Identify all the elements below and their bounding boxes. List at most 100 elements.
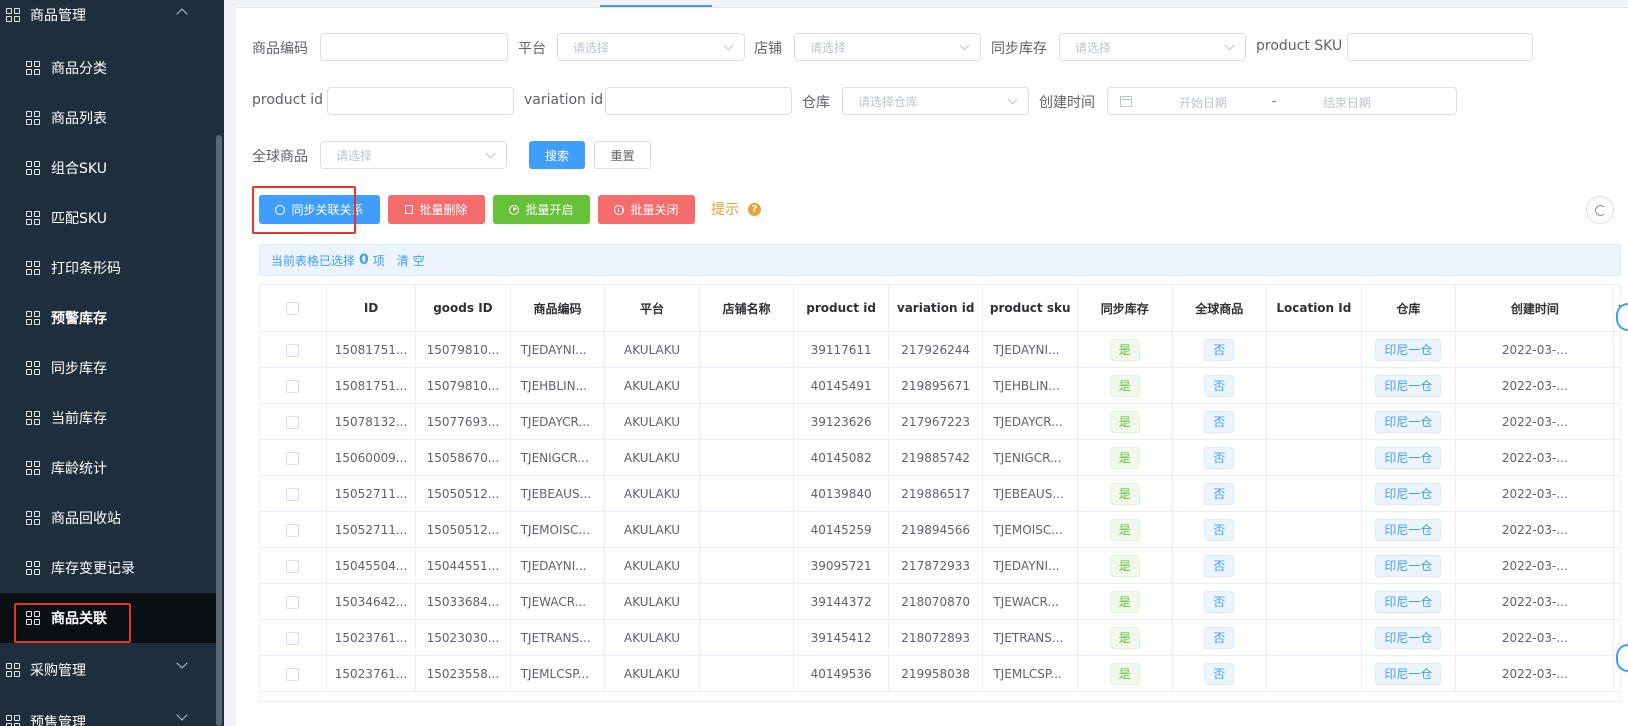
goods-code-input[interactable] [320,33,508,61]
row-checkbox[interactable] [286,595,300,609]
cell-goods-id: 15044551... [415,547,511,584]
select-all-checkbox[interactable] [286,302,300,315]
sidebar-item[interactable]: 库龄统计 [0,443,216,493]
row-checkbox[interactable] [286,451,300,465]
sidebar-item[interactable]: 组合SKU [0,143,216,193]
global-goods-label: 全球商品 [252,149,308,165]
cell-sku: TJEMLCSP... [982,655,1078,692]
cell-actions: 关闭删除 [1613,439,1621,476]
product-sku-label: product SKU [1256,38,1343,54]
sidebar-item-label: 商品回收站 [51,511,121,527]
row-checkbox[interactable] [286,487,300,501]
cell-id: 15045504... [325,547,417,584]
cell-shop [698,547,795,584]
cell-sync: 是 [1076,511,1173,548]
warehouse-select[interactable]: 请选择仓库 [842,87,1029,115]
cell-id: 15081751... [325,331,417,368]
sidebar-item-label: 当前库存 [51,411,107,427]
global-goods-tag: 否 [1204,410,1235,433]
cell-code: TJEMLCSP... [509,655,606,692]
shop-label: 店铺 [754,41,782,57]
variation-id-input[interactable] [605,87,792,115]
row-checkbox[interactable] [286,343,300,357]
cell-location [1266,475,1362,512]
cell-shop [698,439,795,476]
sidebar-item[interactable]: 库存变更记录 [0,543,216,593]
batch-close-button[interactable]: 批量关闭 [598,195,695,224]
sync-stock-select[interactable]: 请选择 [1059,33,1246,61]
menu-group-presale[interactable]: 预售管理 [0,697,216,726]
hint-tooltip-trigger[interactable]: 提示 ? [711,199,761,219]
cell-goods-id: 15023030... [415,619,511,656]
trash-icon [405,205,414,214]
batch-delete-button[interactable]: 批量删除 [388,195,485,224]
warehouse-tag: 印尼一仓 [1375,482,1442,505]
refresh-button[interactable] [1586,196,1614,224]
sidebar-item-label: 匹配SKU [51,211,107,227]
created-time-range[interactable]: 开始日期 - 结束日期 [1107,87,1457,115]
sidebar-item[interactable]: 商品分类 [0,43,216,93]
reset-button[interactable]: 重置 [594,141,651,169]
shop-select[interactable]: 请选择 [794,33,981,61]
table-horizontal-scrollbar[interactable] [259,688,1621,702]
product-sku-input[interactable] [1347,33,1533,61]
cell-shop [698,367,795,404]
chevron-down-icon [1224,40,1235,51]
sidebar-item[interactable]: 匹配SKU [0,193,216,243]
row-checkbox[interactable] [286,523,300,537]
batch-enable-button[interactable]: 批量开启 [493,195,590,224]
sidebar-item[interactable]: 商品回收站 [0,493,216,543]
sidebar-item[interactable]: 打印条形码 [0,243,216,293]
cell-created: 2022-03-... [1455,331,1615,368]
row-checkbox[interactable] [286,667,300,681]
product-id-input[interactable] [327,87,514,115]
search-button[interactable]: 搜索 [529,141,585,169]
sidebar-scrollbar[interactable] [216,135,222,726]
cell-actions: 关闭删除 [1613,475,1621,512]
cell-code: TJEHBLIN... [509,367,606,404]
sidebar-item[interactable]: 同步库存 [0,343,216,393]
grid-icon [26,461,40,475]
cell-variation-id: 218070870 [887,583,984,620]
cell-warehouse: 印尼一仓 [1360,511,1457,548]
warehouse-label: 仓库 [802,95,830,111]
row-checkbox[interactable] [286,415,300,429]
cell-location [1266,547,1362,584]
cell-sku: TJEWACR... [982,583,1078,620]
cell-variation-id: 219894566 [887,511,984,548]
grid-icon [6,8,20,22]
cell-global: 否 [1171,331,1268,368]
row-checkbox[interactable] [286,631,300,645]
row-checkbox[interactable] [286,559,300,573]
cell-goods-id: 15033684... [415,583,511,620]
column-header: 平台 [604,284,700,332]
menu-group-label: 预售管理 [30,715,86,726]
sidebar-item-label: 组合SKU [51,161,107,177]
start-date-placeholder: 开始日期 [1179,96,1228,110]
menu-group-products[interactable]: 商品管理 [0,0,216,40]
grid-icon [26,361,40,375]
cell-shop [698,655,795,692]
cell-actions: 关闭删除 [1613,367,1621,404]
global-goods-tag: 否 [1204,518,1235,541]
variation-id-label: variation id [524,92,604,108]
row-checkbox[interactable] [286,379,300,393]
cell-location [1266,439,1362,476]
platform-select[interactable]: 请选择 [557,33,745,61]
grid-icon [26,261,40,275]
clear-selection-link[interactable]: 清 空 [397,252,425,269]
menu-group-purchase[interactable]: 采购管理 [0,645,216,695]
cell-sync: 是 [1076,655,1173,692]
sidebar-item[interactable]: 当前库存 [0,393,216,443]
grid-icon [26,111,40,125]
row-select-cell [259,547,327,584]
grid-icon [26,211,40,225]
warehouse-tag: 印尼一仓 [1375,590,1442,613]
cell-id: 15023761... [325,619,417,656]
sidebar-item[interactable]: 商品列表 [0,93,216,143]
cell-created: 2022-03-... [1455,547,1615,584]
column-header: product sku [982,284,1078,332]
global-goods-select[interactable]: 请选择 [320,141,507,169]
sidebar-item[interactable]: 预警库存 [0,293,216,343]
cell-goods-id: 15079810... [415,367,511,404]
